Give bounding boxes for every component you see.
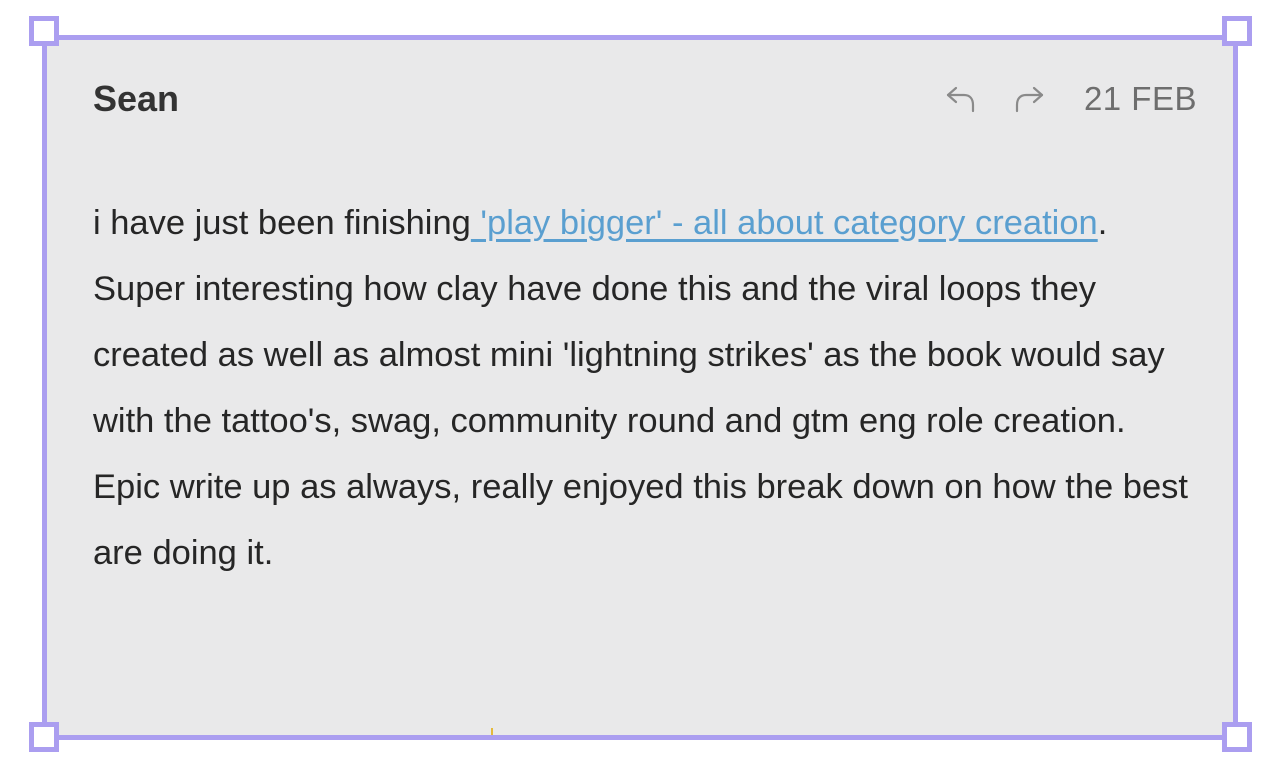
paragraph-1-suffix: . (1097, 204, 1108, 242)
resize-handle-bottom-left[interactable] (29, 722, 59, 752)
forward-arrow-icon[interactable] (1010, 81, 1048, 117)
comment-card[interactable]: Sean 21 FEB i have just been finishing '… (42, 35, 1238, 740)
comment-author: Sean (93, 78, 180, 119)
canvas: Sean 21 FEB i have just been finishing '… (0, 0, 1285, 761)
comment-header: Sean 21 FEB (93, 74, 1197, 122)
comment-paragraph-2: Super interesting how clay have done thi… (93, 270, 1165, 440)
resize-handle-top-right[interactable] (1222, 16, 1252, 46)
comment-date: 21 FEB (1083, 80, 1197, 117)
comment-actions: 21 FEB (942, 80, 1197, 118)
resize-handle-bottom-right[interactable] (1222, 722, 1252, 752)
resize-handle-top-left[interactable] (29, 16, 59, 46)
comment-paragraph-1: i have just been finishing 'play bigger'… (93, 190, 1213, 256)
paragraph-1-text: i have just been finishing (93, 204, 471, 242)
comment-body: i have just been finishing 'play bigger'… (93, 190, 1213, 586)
reply-arrow-icon[interactable] (942, 81, 980, 117)
book-link[interactable]: 'play bigger' - all about category creat… (471, 204, 1097, 242)
comment-paragraph-3: Epic write up as always, really enjoyed … (93, 468, 1189, 572)
text-cursor-marker (491, 728, 493, 735)
